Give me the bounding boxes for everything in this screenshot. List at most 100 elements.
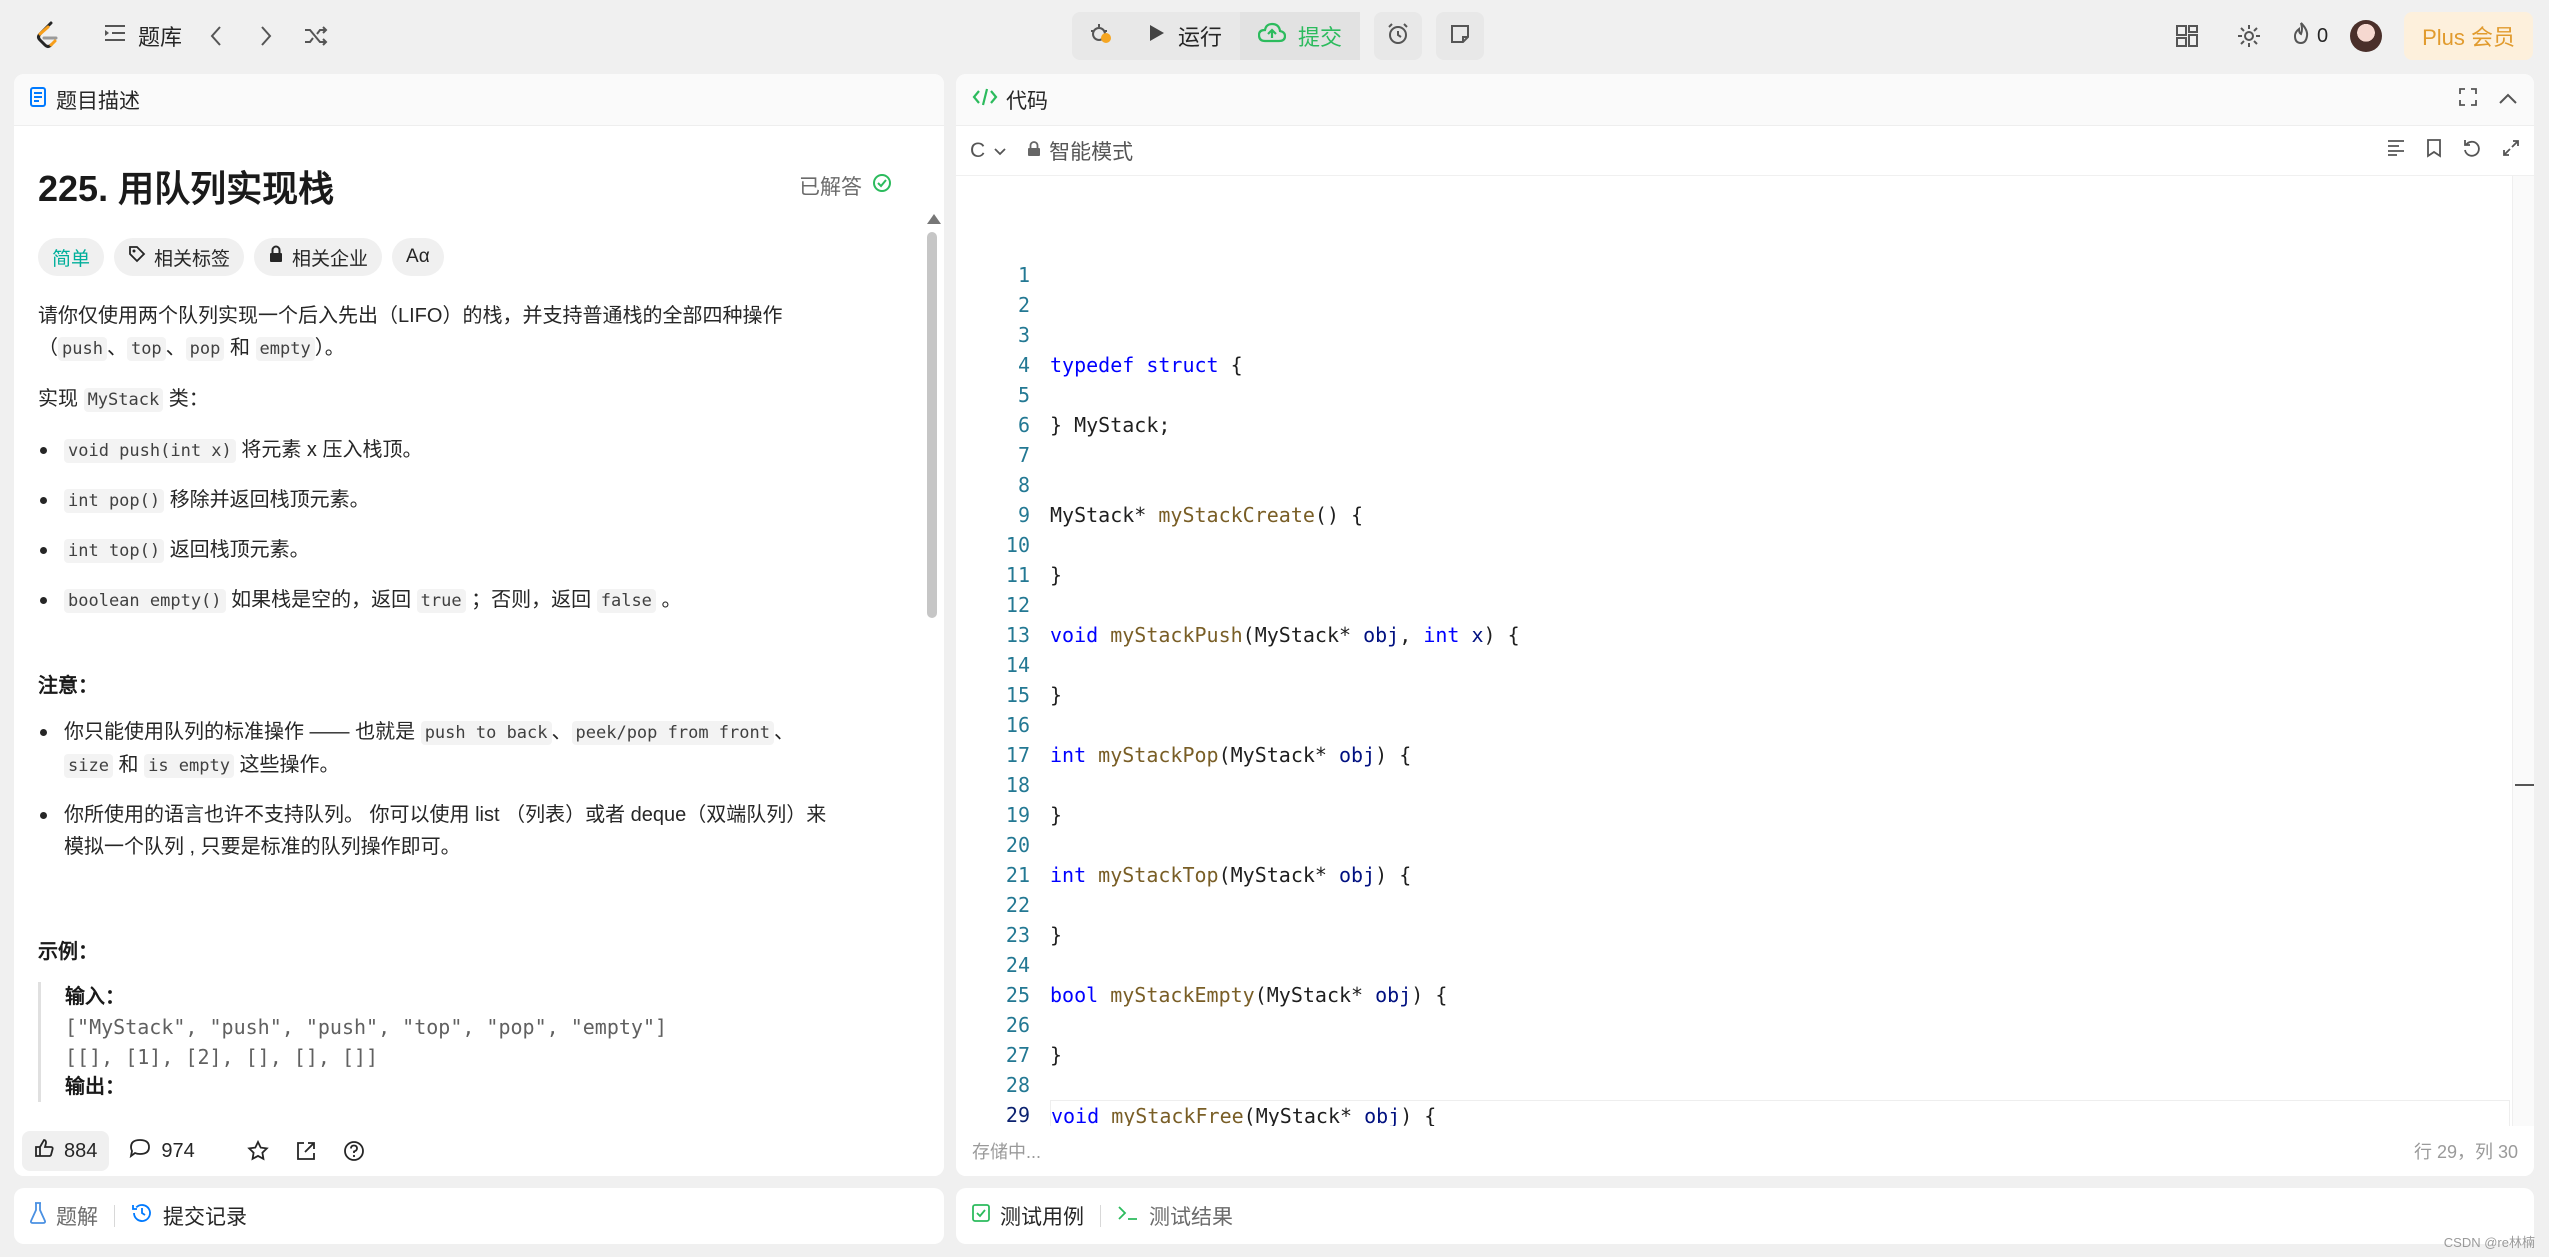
code-line[interactable] <box>1050 650 2510 680</box>
code-line[interactable] <box>1050 260 2510 290</box>
op-top: top <box>126 337 166 361</box>
line-number: 6 <box>1017 413 1030 437</box>
avatar[interactable] <box>2350 20 2383 52</box>
problem-title: 225. 用队列实现栈 <box>38 168 335 209</box>
code-line[interactable] <box>1050 950 2510 980</box>
input-line: [[], [1], [2], [], [], []] <box>65 1045 379 1069</box>
code-line[interactable]: } <box>1050 800 2510 830</box>
note-code: push to back <box>420 721 552 745</box>
comments-button[interactable]: 974 <box>123 1138 200 1164</box>
format-icon[interactable] <box>2386 139 2406 163</box>
next-problem-icon[interactable] <box>246 16 286 56</box>
tab-testcase[interactable]: 测试用例 <box>972 1201 1084 1231</box>
streak-counter[interactable]: 0 <box>2291 21 2328 51</box>
problem-bank-button[interactable]: 题库 <box>104 20 182 52</box>
method-text: 将元素 x 压入栈顶。 <box>241 439 423 461</box>
tab-submissions[interactable]: 提交记录 <box>131 1201 247 1231</box>
document-icon <box>30 86 46 113</box>
code-lines[interactable]: typedef struct { } MyStack; MyStack* mySta… <box>1050 260 2510 1126</box>
smart-mode-toggle[interactable]: 智能模式 <box>1027 136 1133 166</box>
code-editor[interactable]: 1 2 3 4 5 6 7 8 9 10 11 12 13 14 15 16 17 18 19 20 21 22 23 24 2… <box>956 176 2534 1126</box>
code-line[interactable] <box>1050 530 2510 560</box>
alarm-clock-icon <box>1386 22 1410 51</box>
notes-button[interactable] <box>1436 12 1485 60</box>
code-line[interactable]: int myStackPop(MyStack* obj) { <box>1050 740 2510 770</box>
tab-code[interactable]: 代码 <box>1006 85 1048 115</box>
collapse-icon[interactable] <box>2498 88 2518 112</box>
description-content: 225. 用队列实现栈 已解答 简单 相关标签 相关企业 Aα 请你仅使用两个队… <box>14 126 944 1126</box>
code-line[interactable] <box>1050 830 2510 860</box>
code-line[interactable] <box>1050 710 2510 740</box>
reset-icon[interactable] <box>2462 138 2482 164</box>
run-button[interactable]: 运行 <box>1130 12 1240 60</box>
code-line[interactable]: bool myStackEmpty(MyStack* obj) { <box>1050 980 2510 1010</box>
code-line[interactable] <box>1050 320 2510 350</box>
timer-button[interactable] <box>1374 12 1423 60</box>
tab-test-result[interactable]: 测试结果 <box>1117 1201 1233 1231</box>
code-line[interactable] <box>1050 440 2510 470</box>
terminal-icon <box>1117 1204 1139 1228</box>
shuffle-icon[interactable] <box>296 16 336 56</box>
nav-right: 0 Plus 会员 <box>2167 12 2533 60</box>
editor-scrollbar[interactable] <box>2512 176 2534 1126</box>
favorite-star-icon[interactable] <box>241 1140 275 1162</box>
tab-solutions[interactable]: 题解 <box>30 1201 98 1231</box>
scrollbar-thumb[interactable] <box>927 232 937 618</box>
method-text: ；否则，返回 <box>471 589 592 611</box>
plus-membership-button[interactable]: Plus 会员 <box>2404 12 2533 60</box>
prev-problem-icon[interactable] <box>196 16 236 56</box>
line-number: 28 <box>1005 1073 1030 1097</box>
code-line[interactable]: typedef struct { <box>1050 350 2510 380</box>
code-line[interactable]: MyStack* myStackCreate() { <box>1050 500 2510 530</box>
code-line[interactable]: } <box>1050 1040 2510 1070</box>
code-line[interactable] <box>1050 590 2510 620</box>
code-line[interactable] <box>1050 770 2510 800</box>
code-line[interactable] <box>1050 470 2510 500</box>
example-block: 输入： ["MyStack", "push", "push", "top", "… <box>38 982 918 1102</box>
line-number: 20 <box>1005 833 1030 857</box>
line-number: 8 <box>1017 473 1030 497</box>
code-line[interactable]: } <box>1050 680 2510 710</box>
note-text: 这些操作。 <box>239 754 340 776</box>
bookmark-icon[interactable] <box>2426 138 2442 164</box>
line-number: 16 <box>1005 713 1030 737</box>
debug-button[interactable] <box>1072 12 1130 60</box>
submit-button[interactable]: 提交 <box>1240 12 1361 60</box>
translate-button[interactable]: Aα <box>392 238 444 276</box>
code-line[interactable] <box>1050 1010 2510 1040</box>
code-line[interactable]: void myStackFree(MyStack* obj) { <box>1050 1100 2510 1126</box>
related-tags-button[interactable]: 相关标签 <box>114 238 245 276</box>
line-number: 13 <box>1005 623 1030 647</box>
tag-row: 简单 相关标签 相关企业 Aα <box>38 238 918 276</box>
settings-gear-icon[interactable] <box>2229 16 2269 56</box>
code-line[interactable] <box>1050 380 2510 410</box>
related-companies-button[interactable]: 相关企业 <box>254 238 383 276</box>
code-line[interactable]: } <box>1050 920 2510 950</box>
expand-icon[interactable] <box>2502 139 2520 163</box>
code-tab-header: 代码 <box>956 74 2534 126</box>
code-line[interactable]: } <box>1050 560 2510 590</box>
share-icon[interactable] <box>289 1140 323 1162</box>
tab-description[interactable]: 题目描述 <box>56 85 140 115</box>
code-line[interactable] <box>1050 1070 2510 1100</box>
description-scrollbar[interactable] <box>926 126 941 1176</box>
code-line[interactable] <box>1050 890 2510 920</box>
layout-icon[interactable] <box>2167 16 2207 56</box>
leetcode-logo-icon[interactable] <box>30 18 66 54</box>
code-line[interactable]: int myStackTop(MyStack* obj) { <box>1050 860 2510 890</box>
note-text: 和 <box>118 754 139 776</box>
like-button[interactable]: 884 <box>22 1131 110 1171</box>
tab-test-result-label: 测试结果 <box>1149 1206 1233 1229</box>
code-line[interactable]: void myStackPush(MyStack* obj, int x) { <box>1050 620 2510 650</box>
code-line[interactable]: } MyStack; <box>1050 410 2510 440</box>
line-number: 5 <box>1017 383 1030 407</box>
language-select[interactable]: C <box>970 139 1007 163</box>
impl-prefix: 实现 <box>38 388 78 410</box>
right-bottom-tabs: 测试用例 测试结果 <box>956 1188 2534 1244</box>
input-label: 输入： <box>65 986 125 1008</box>
scroll-up-icon[interactable] <box>927 214 941 224</box>
help-icon[interactable] <box>337 1140 371 1162</box>
fullscreen-icon[interactable] <box>2458 87 2478 113</box>
code-line[interactable] <box>1050 290 2510 320</box>
run-label: 运行 <box>1178 25 1223 50</box>
